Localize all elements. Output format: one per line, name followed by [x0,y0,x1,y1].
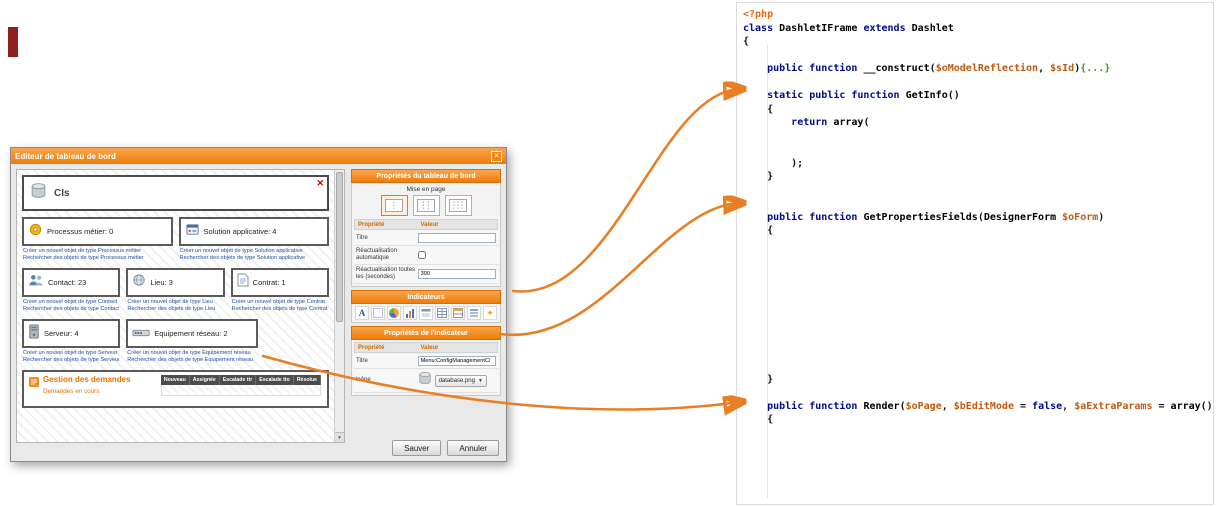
dashlet-text-icon[interactable]: A [355,306,369,320]
arrow-properties-to-getpropertiesfields [500,203,740,335]
chevron-down-icon: ▼ [478,378,483,384]
dashlet-badge-solution-applicative[interactable]: Solution applicative: 4 Créer un nouvel … [179,217,330,265]
requests-column-header: Résolue [294,375,321,385]
search-object-link[interactable]: Rechercher des objets de type Solution a… [180,255,329,262]
search-object-link[interactable]: Rechercher des objets de type Processus … [23,255,172,262]
create-object-link[interactable]: Créer un nouvel objet de type Contrat [232,299,328,306]
property-column-header: Propriété [355,220,417,229]
contract-document-icon [237,273,249,292]
create-object-link[interactable]: Créer un nouvel objet de type Serveur [23,350,119,357]
refresh-interval-label: Réactualisation toutes les (secondes) [356,267,418,281]
requests-title: Gestion des demandes [43,375,131,384]
dashboard-preview[interactable]: CIs ✕ Processus métier: 0 Créer un nouve… [16,169,345,443]
arrow-indicators-to-getinfo [513,89,740,291]
cancel-button[interactable]: Annuler [447,440,499,456]
delete-dashlet-icon[interactable]: ✕ [316,178,324,189]
dashlet-requests-summary[interactable]: Gestion des demandes Demandes en cours N… [22,370,329,408]
indicator-title-label: Titre [356,358,418,365]
create-object-link[interactable]: Créer un nouvel objet de type Equipement… [127,350,257,357]
search-object-link[interactable]: Rechercher des objets de type Contrat [232,306,328,313]
dashlet-table-icon[interactable] [435,306,449,320]
board-properties-header: Propriétés du tableau de bord [351,169,501,183]
dashlet-badge-icon[interactable]: ✦ [483,306,497,320]
icon-select-dropdown[interactable]: database.png ▼ [435,375,487,387]
indicator-properties-header: Propriétés de l'indicateur [351,326,501,340]
location-icon [132,273,146,292]
requests-subtitle-link[interactable]: Demandes en cours [43,388,131,395]
dialog-close-icon[interactable]: ✕ [491,151,502,162]
request-list-icon [28,375,40,403]
dashlet-title: Equipement réseau: 2 [154,329,227,338]
requests-status-table: Nouveau Assignée Escalade ttr Escalade t… [161,375,321,403]
value-column-header: Valeur [417,343,497,352]
server-icon [28,324,40,344]
board-title-input[interactable] [418,233,496,243]
indicators-header: Indicateurs [351,290,501,304]
dashlet-iframe-icon[interactable] [371,306,385,320]
refresh-interval-input[interactable] [418,269,496,279]
create-object-link[interactable]: Créer un nouvel objet de type Contact [23,299,119,306]
cis-header-label: CIs [54,188,70,199]
code-lines: <?phpclass DashletIFrame extends Dashlet… [743,8,1211,427]
search-object-link[interactable]: Rechercher des objets de type Serveur [23,357,119,364]
dashlet-title: Processus métier: 0 [47,227,113,236]
create-object-link[interactable]: Créer un nouvel objet de type Lieu [127,299,223,306]
requests-column-header: Nouveau [161,375,190,385]
scrollbar-thumb[interactable] [336,172,343,322]
left-edge-red-marker [8,27,18,57]
dashboard-editor-dialog: Editeur de tableau de bord ✕ CIs ✕ Proce… [10,147,507,462]
search-object-link[interactable]: Rechercher des objets de type Contact [23,306,119,313]
dashlet-title: Contact: 23 [48,278,86,287]
application-solution-icon [185,222,200,242]
indicator-title-input[interactable] [418,356,496,366]
dashlet-grouptable-icon[interactable] [451,306,465,320]
indicator-icon-label: Icône [356,377,418,384]
scroll-down-icon[interactable]: ▼ [335,432,344,442]
dashlet-badge-processus-metier[interactable]: Processus métier: 0 Créer un nouvel obje… [22,217,173,265]
dashlet-badge-serveur[interactable]: Serveur: 4 Créer un nouvel objet de type… [22,319,120,367]
layout-two-column-button[interactable] [413,195,440,216]
layout-label: Mise en page [354,186,498,193]
preview-scrollbar[interactable]: ▼ [334,170,344,442]
create-object-link[interactable]: Créer un nouvel objet de type Processus … [23,248,172,255]
dashlet-title: Serveur: 4 [44,329,79,338]
layout-three-column-button[interactable] [445,195,472,216]
dashlet-badge-contrat[interactable]: Contrat: 1 Créer un nouvel objet de type… [231,268,329,316]
auto-refresh-checkbox[interactable] [418,251,426,259]
requests-column-header: Escalade tto [256,375,294,385]
save-button[interactable]: Sauver [392,440,441,456]
dashlet-badge-contact[interactable]: Contact: 23 Créer un nouvel objet de typ… [22,268,120,316]
value-column-header: Valeur [417,220,497,229]
database-icon [418,371,432,390]
icon-select-value: database.png [439,378,475,384]
board-title-label: Titre [356,235,418,242]
contacts-icon [28,273,44,292]
dashlet-header-cis[interactable]: CIs ✕ [22,175,329,211]
requests-column-header: Escalade ttr [220,375,256,385]
dashlet-badge-equipement-reseau[interactable]: Equipement réseau: 2 Créer un nouvel obj… [126,319,258,367]
dashlet-badge-lieu[interactable]: Lieu: 3 Créer un nouvel objet de type Li… [126,268,224,316]
auto-refresh-label: Réactualisation automatique [356,248,418,262]
create-object-link[interactable]: Créer un nouvel objet de type Solution a… [180,248,329,255]
requests-empty-row [161,385,321,396]
dashlet-piechart-icon[interactable] [387,306,401,320]
database-icon [30,182,47,204]
business-process-icon [28,222,43,242]
dashlet-title: Contrat: 1 [253,278,286,287]
dashlet-header-icon[interactable] [419,306,433,320]
dashlet-list-icon[interactable] [467,306,481,320]
dialog-title: Editeur de tableau de bord [15,152,116,161]
dashlet-title: Lieu: 3 [150,278,173,287]
property-column-header: Propriété [355,343,417,352]
php-code-editor[interactable]: <?phpclass DashletIFrame extends Dashlet… [736,2,1214,505]
layout-one-column-button[interactable] [381,195,408,216]
dialog-titlebar[interactable]: Editeur de tableau de bord ✕ [11,148,506,164]
search-object-link[interactable]: Rechercher des objets de type Lieu [127,306,223,313]
dashlet-title: Solution applicative: 4 [204,227,277,236]
search-object-link[interactable]: Rechercher des objets de type Equipement… [127,357,257,364]
dashlet-barchart-icon[interactable] [403,306,417,320]
network-device-icon [132,325,150,343]
requests-column-header: Assignée [190,375,220,385]
dashlet-toolbar: A ✦ [351,304,501,323]
